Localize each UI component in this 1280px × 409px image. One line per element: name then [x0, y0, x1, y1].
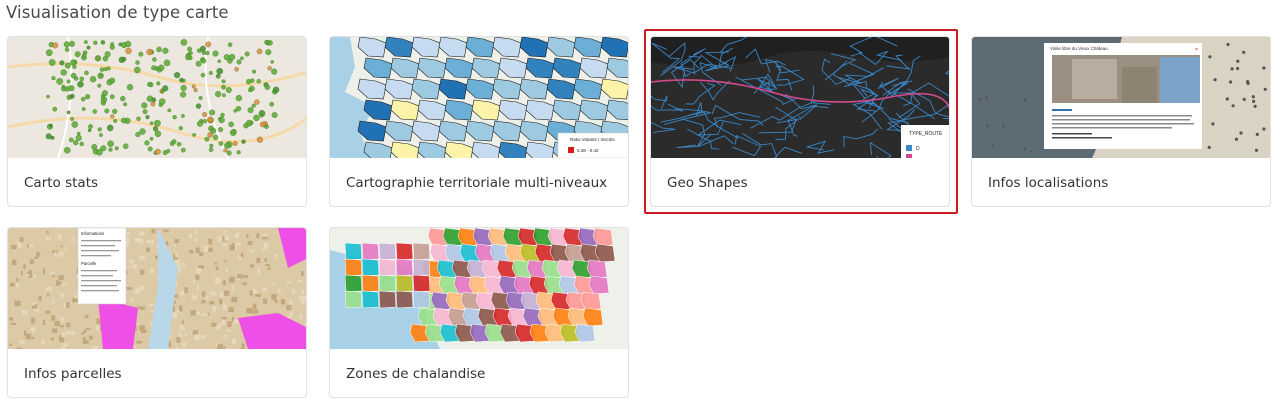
- card-geo-shapes[interactable]: TYPE_ROUTE D Geo Shapes: [650, 36, 950, 207]
- legend-entry: D: [916, 146, 920, 152]
- section-title: Visualisation de type carte: [6, 3, 229, 22]
- geo-shapes-thumbnail: TYPE_ROUTE D: [651, 37, 949, 158]
- popup-subtitle: Parcelle: [81, 261, 97, 266]
- card-label: Zones de chalandise: [346, 366, 486, 382]
- popup-title: Informations: [81, 231, 104, 236]
- legend-title: Ratio Votants / Inscrits: [570, 137, 616, 142]
- card-infos-localisations[interactable]: Visite libre du Vieux Château × Infos lo…: [971, 36, 1271, 207]
- legend-title: TYPE_ROUTE: [909, 131, 943, 137]
- infos-parcelles-thumbnail: Informations Parcelle: [8, 228, 306, 349]
- card-zones-de-chalandise[interactable]: Zones de chalandise: [329, 227, 629, 398]
- carto-stats-thumbnail: [8, 37, 306, 158]
- close-icon[interactable]: ×: [1195, 47, 1198, 53]
- card-label: Infos parcelles: [24, 366, 122, 382]
- cartographie-territoriale-thumbnail: Ratio Votants / Inscrits 0.38 - 0.42: [330, 37, 628, 158]
- card-label: Cartographie territoriale multi-niveaux: [346, 175, 608, 191]
- legend-entry: 0.38 - 0.42: [577, 148, 599, 153]
- infos-localisations-thumbnail: Visite libre du Vieux Château ×: [972, 37, 1270, 158]
- card-label: Geo Shapes: [667, 175, 748, 191]
- card-label: Carto stats: [24, 175, 99, 191]
- card-cartographie-territoriale[interactable]: Ratio Votants / Inscrits 0.38 - 0.42 Car…: [329, 36, 629, 207]
- card-infos-parcelles[interactable]: Informations Parcelle Infos parcelles: [7, 227, 307, 398]
- popup-title: Visite libre du Vieux Château: [1050, 46, 1108, 51]
- zones-de-chalandise-thumbnail: [330, 228, 628, 349]
- card-label: Infos localisations: [988, 175, 1109, 191]
- card-carto-stats[interactable]: Carto stats: [7, 36, 307, 207]
